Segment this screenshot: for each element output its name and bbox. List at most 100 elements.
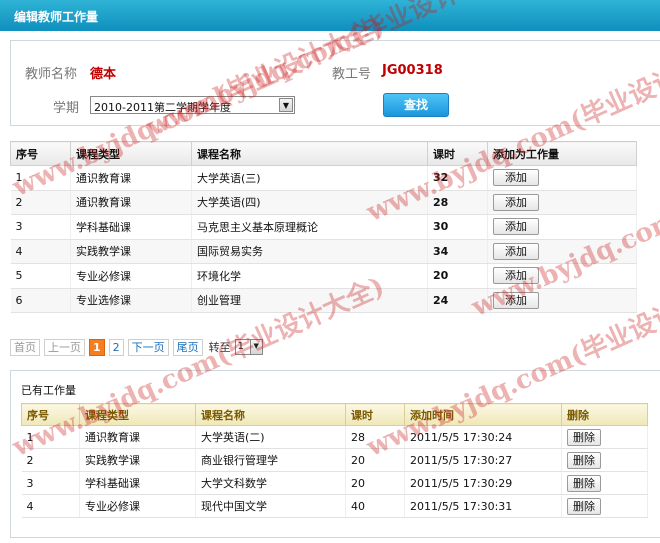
cell-hours: 20 xyxy=(345,448,405,472)
cell-no: 1 xyxy=(10,165,71,191)
search-button[interactable]: 查找 xyxy=(383,93,449,117)
pager-first[interactable]: 首页 xyxy=(10,338,40,356)
column-header-time: 添加时间 xyxy=(404,403,562,426)
teacher-name-label: 教师名称 xyxy=(25,67,78,82)
teacher-id-value: JG00318 xyxy=(382,63,443,78)
window-title: 编辑教师工作量 xyxy=(0,0,660,31)
cell-type: 学科基础课 xyxy=(70,214,192,240)
cell-name: 大学英语(四) xyxy=(191,190,428,215)
delete-button[interactable]: 删除 xyxy=(567,474,601,492)
cell-name: 环境化学 xyxy=(191,263,428,289)
column-header-hours: 课时 xyxy=(427,141,488,166)
table-row: 4 实践教学课 国际贸易实务 34 添加 xyxy=(10,239,637,264)
column-header-name: 课程名称 xyxy=(191,141,428,166)
delete-button[interactable]: 删除 xyxy=(567,497,601,515)
column-header-type: 课程类型 xyxy=(70,141,192,166)
add-button[interactable]: 添加 xyxy=(493,218,539,236)
cell-hours: 32 xyxy=(427,165,488,191)
pager-goto-label: 转至 xyxy=(208,341,231,354)
pager-last[interactable]: 尾页 xyxy=(172,338,203,356)
cell-action: 添加 xyxy=(487,288,637,313)
table-row: 2 通识教育课 大学英语(四) 28 添加 xyxy=(10,190,637,215)
cell-action: 删除 xyxy=(561,448,648,472)
pager-page-2[interactable]: 2 xyxy=(108,338,124,356)
table-row: 6 专业选修课 创业管理 24 添加 xyxy=(10,288,637,313)
pagination: 首页 上一页 1 2 下一页 尾页 转至 1 ▼ xyxy=(10,338,263,356)
cell-type: 通识教育课 xyxy=(70,190,192,215)
add-button[interactable]: 添加 xyxy=(493,242,539,260)
pager-next[interactable]: 下一页 xyxy=(127,338,169,356)
course-table: 序号 课程类型 课程名称 课时 添加为工作量 1 通识教育课 大学英语(三) 3… xyxy=(10,141,637,313)
table-row: 3 学科基础课 马克思主义基本原理概论 30 添加 xyxy=(10,214,637,240)
cell-no: 3 xyxy=(21,471,80,495)
course-table-header: 序号 课程类型 课程名称 课时 添加为工作量 xyxy=(10,141,637,166)
chevron-down-icon[interactable]: ▼ xyxy=(249,340,262,354)
cell-time: 2011/5/5 17:30:27 xyxy=(404,448,562,472)
add-button[interactable]: 添加 xyxy=(493,169,539,187)
cell-name: 现代中国文学 xyxy=(195,494,346,518)
workload-table: 序号 课程类型 课程名称 课时 添加时间 删除 1 通识教育课 大学英语(二) … xyxy=(21,403,648,518)
add-button[interactable]: 添加 xyxy=(493,267,539,285)
column-header-type: 课程类型 xyxy=(79,403,196,426)
cell-no: 4 xyxy=(10,239,71,264)
pager-page-1[interactable]: 1 xyxy=(89,338,105,356)
delete-button[interactable]: 删除 xyxy=(567,451,601,469)
cell-name: 大学文科数学 xyxy=(195,471,346,495)
teacher-info-panel: 教师名称 德本 教工号 JG00318 学期 2010-2011第二学期学年度 … xyxy=(10,40,660,126)
cell-action: 删除 xyxy=(561,425,648,449)
cell-type: 通识教育课 xyxy=(70,165,192,191)
cell-hours: 40 xyxy=(345,494,405,518)
pager-goto-value: 1 xyxy=(237,341,245,352)
cell-no: 1 xyxy=(21,425,80,449)
cell-no: 6 xyxy=(10,288,71,313)
cell-type: 实践教学课 xyxy=(79,448,196,472)
delete-button[interactable]: 删除 xyxy=(567,428,601,446)
cell-hours: 30 xyxy=(427,214,488,240)
table-row: 1 通识教育课 大学英语(二) 28 2011/5/5 17:30:24 删除 xyxy=(21,425,648,449)
semester-label: 学期 xyxy=(53,101,80,116)
cell-name: 商业银行管理学 xyxy=(195,448,346,472)
cell-no: 2 xyxy=(10,190,71,215)
workload-table-header: 序号 课程类型 课程名称 课时 添加时间 删除 xyxy=(21,403,648,426)
cell-no: 4 xyxy=(21,494,80,518)
cell-action: 添加 xyxy=(487,263,637,289)
cell-action: 添加 xyxy=(487,239,637,264)
existing-workload-panel: 已有工作量 序号 课程类型 课程名称 课时 添加时间 删除 1 通识教育课 大学… xyxy=(10,370,660,538)
chevron-down-icon[interactable]: ▼ xyxy=(279,98,293,112)
add-button[interactable]: 添加 xyxy=(493,193,539,211)
semester-selected-value: 2010-2011第二学期学年度 xyxy=(94,101,231,114)
pager-prev[interactable]: 上一页 xyxy=(44,338,85,356)
cell-name: 国际贸易实务 xyxy=(191,239,428,264)
cell-type: 专业必修课 xyxy=(70,263,192,289)
teacher-name-value: 德本 xyxy=(90,67,117,82)
column-header-add: 添加为工作量 xyxy=(487,141,637,166)
add-button[interactable]: 添加 xyxy=(493,291,539,309)
cell-name: 马克思主义基本原理概论 xyxy=(191,214,428,240)
cell-name: 大学英语(二) xyxy=(195,425,346,449)
column-header-delete: 删除 xyxy=(561,403,648,426)
cell-type: 专业选修课 xyxy=(70,288,192,313)
cell-type: 专业必修课 xyxy=(79,494,196,518)
column-header-no: 序号 xyxy=(21,403,80,426)
cell-time: 2011/5/5 17:30:24 xyxy=(404,425,562,449)
cell-no: 2 xyxy=(21,448,80,472)
cell-no: 3 xyxy=(10,214,71,240)
cell-hours: 20 xyxy=(345,471,405,495)
pager-goto-select[interactable]: 1 ▼ xyxy=(234,339,263,355)
cell-time: 2011/5/5 17:30:31 xyxy=(404,494,562,518)
cell-hours: 28 xyxy=(427,190,488,215)
column-header-name: 课程名称 xyxy=(195,403,346,426)
semester-select[interactable]: 2010-2011第二学期学年度 ▼ xyxy=(90,96,295,114)
column-header-no: 序号 xyxy=(10,141,71,166)
cell-type: 学科基础课 xyxy=(79,471,196,495)
cell-hours: 24 xyxy=(427,288,488,313)
table-row: 5 专业必修课 环境化学 20 添加 xyxy=(10,263,637,289)
cell-action: 添加 xyxy=(487,165,637,191)
table-row: 2 实践教学课 商业银行管理学 20 2011/5/5 17:30:27 删除 xyxy=(21,448,648,472)
existing-workload-title: 已有工作量 xyxy=(21,384,76,397)
table-row: 4 专业必修课 现代中国文学 40 2011/5/5 17:30:31 删除 xyxy=(21,494,648,518)
cell-hours: 20 xyxy=(427,263,488,289)
cell-action: 删除 xyxy=(561,494,648,518)
teacher-id-label: 教工号 xyxy=(332,67,372,82)
cell-action: 添加 xyxy=(487,214,637,240)
